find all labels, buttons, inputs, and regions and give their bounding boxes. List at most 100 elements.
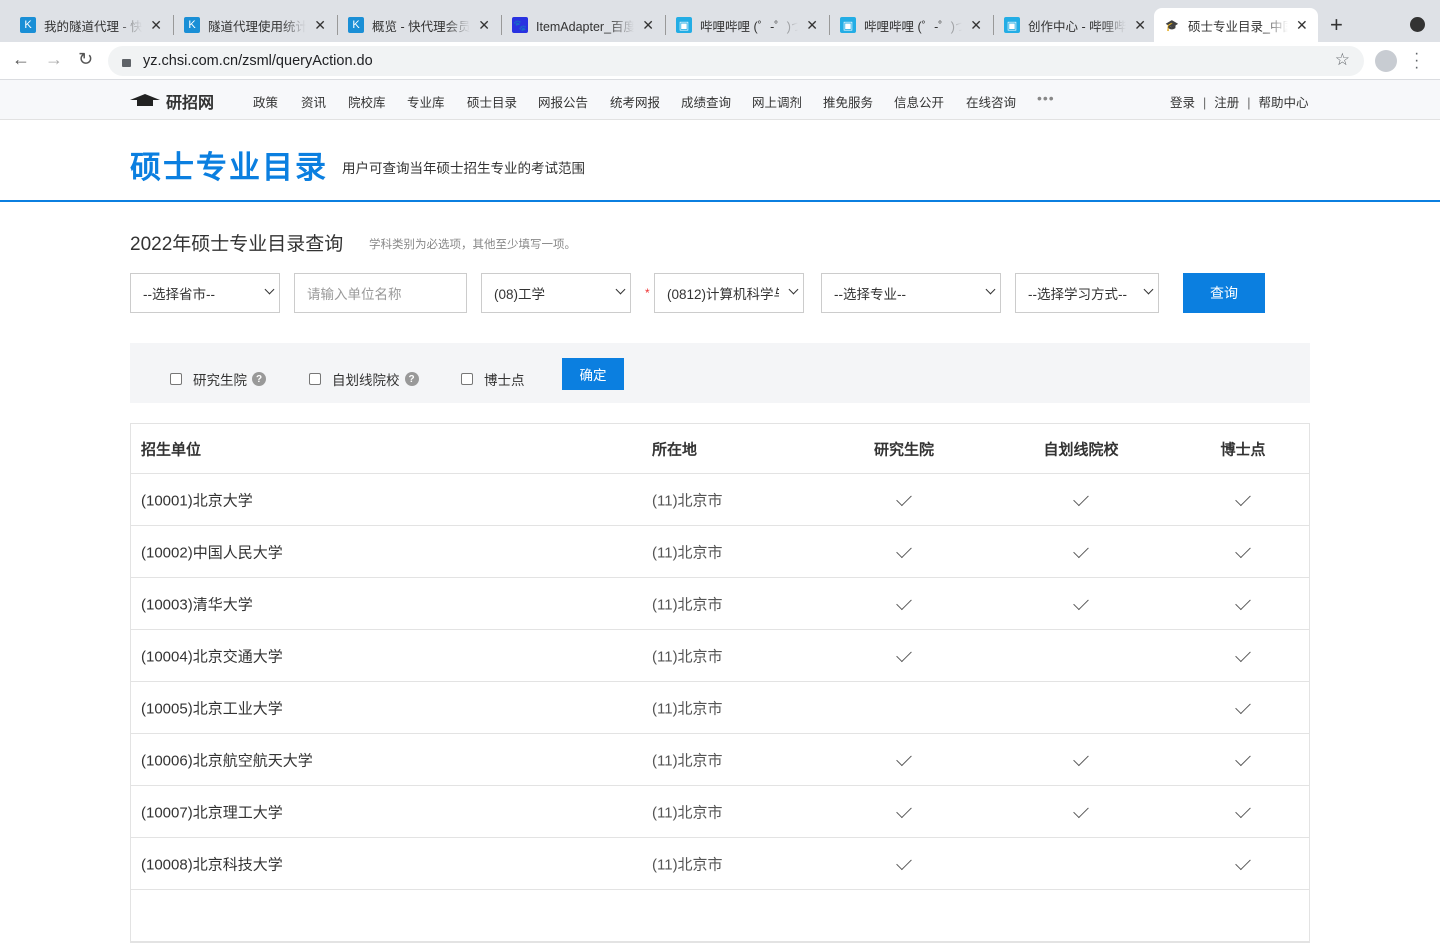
check-icon xyxy=(896,646,912,662)
major-select[interactable]: --选择专业-- xyxy=(821,273,1001,313)
login-link[interactable]: 登录 xyxy=(1170,96,1195,110)
more-nav-button[interactable]: ••• xyxy=(1037,90,1055,106)
tab-title: ItemAdapter_百度搜索 xyxy=(536,19,635,34)
nav-item[interactable]: 成绩查询 xyxy=(681,92,731,111)
header-location: 所在地 xyxy=(652,441,698,458)
browser-menu-icon[interactable]: · · · xyxy=(1414,46,1419,76)
browser-tab[interactable]: ▣ 哔哩哔哩 (゜-゜)つロ ✕ xyxy=(830,8,992,42)
table-row: (10002)中国人民大学 (11)北京市 xyxy=(131,526,1309,578)
unit-name[interactable]: (10005)北京工业大学 xyxy=(141,697,283,718)
reload-icon[interactable]: ↻ xyxy=(78,49,93,70)
forward-icon[interactable]: → xyxy=(45,49,63,70)
check-icon xyxy=(1073,802,1089,818)
nav-item[interactable]: 资讯 xyxy=(301,92,326,111)
query-button[interactable]: 查询 xyxy=(1183,273,1265,313)
browser-tab[interactable]: K 隧道代理使用统计 ✕ xyxy=(174,8,336,42)
unit-name[interactable]: (10007)北京理工大学 xyxy=(141,801,283,822)
location: (11)北京市 xyxy=(652,648,723,665)
category-select[interactable]: (08)工学 xyxy=(481,273,631,313)
nav-item[interactable]: 在线咨询 xyxy=(966,92,1016,111)
close-tab-icon[interactable]: ✕ xyxy=(970,17,982,34)
location: (11)北京市 xyxy=(652,492,723,509)
bilibili-icon: ▣ xyxy=(676,17,692,33)
nav-item[interactable]: 统考网报 xyxy=(610,92,660,111)
browser-tab[interactable]: ▣ 创作中心 - 哔哩哔哩 ✕ xyxy=(994,8,1156,42)
tab-search-icon[interactable] xyxy=(1410,17,1425,32)
check-icon xyxy=(1235,750,1251,766)
nav-item[interactable]: 网报公告 xyxy=(538,92,588,111)
site-logo[interactable]: 研招网 xyxy=(130,89,214,113)
bookmark-star-icon[interactable]: ☆ xyxy=(1335,50,1350,70)
check-icon xyxy=(1235,698,1251,714)
checkbox[interactable] xyxy=(309,373,321,385)
header-unit: 招生单位 xyxy=(141,441,202,458)
chevron-down-icon xyxy=(615,284,626,295)
grad-school-checkbox[interactable]: 研究生院? xyxy=(170,369,266,389)
nav-item[interactable]: 推免服务 xyxy=(823,92,873,111)
help-center-link[interactable]: 帮助中心 xyxy=(1259,96,1309,110)
close-tab-icon[interactable]: ✕ xyxy=(1134,17,1146,34)
discipline-value: (0812)计算机科学与技术 xyxy=(667,287,779,302)
checkbox[interactable] xyxy=(170,373,182,385)
browser-tab[interactable]: 🐾 ItemAdapter_百度搜索 ✕ xyxy=(502,8,664,42)
unit-name[interactable]: (10006)北京航空航天大学 xyxy=(141,749,313,770)
close-tab-icon[interactable]: ✕ xyxy=(642,17,654,34)
check-icon xyxy=(1235,802,1251,818)
url-input[interactable]: yz.chsi.com.cn/zsml/queryAction.do ☆ xyxy=(108,46,1364,76)
browser-tab[interactable]: 🎓 硕士专业目录_中国研究生招生信息网 ✕ xyxy=(1154,8,1318,42)
back-icon[interactable]: ← xyxy=(12,49,30,70)
location: (11)北京市 xyxy=(652,544,723,561)
unit-name-input[interactable]: 请输入单位名称 xyxy=(294,273,467,313)
nav-item[interactable]: 网上调剂 xyxy=(752,92,802,111)
register-link[interactable]: 注册 xyxy=(1214,96,1239,110)
close-tab-icon[interactable]: ✕ xyxy=(478,17,490,34)
checkbox-label: 博士点 xyxy=(484,373,525,388)
study-mode-select[interactable]: --选择学习方式-- xyxy=(1015,273,1159,313)
check-icon xyxy=(1073,490,1089,506)
check-icon xyxy=(1073,594,1089,610)
checkbox-label: 研究生院 xyxy=(193,373,247,388)
help-icon[interactable]: ? xyxy=(252,372,266,386)
close-tab-icon[interactable]: ✕ xyxy=(806,17,818,34)
nav-item[interactable]: 专业库 xyxy=(407,92,445,111)
unit-name[interactable]: (10004)北京交通大学 xyxy=(141,645,283,666)
confirm-button[interactable]: 确定 xyxy=(562,358,624,390)
province-select[interactable]: --选择省市-- xyxy=(130,273,280,313)
unit-name[interactable]: (10002)中国人民大学 xyxy=(141,541,283,562)
browser-tab[interactable]: K 我的隧道代理 - 快代理 ✕ xyxy=(10,8,172,42)
profile-avatar[interactable] xyxy=(1375,50,1397,72)
discipline-select[interactable]: (0812)计算机科学与技术 xyxy=(654,273,804,313)
page-header: 硕士专业目录 用户可查询当年硕士招生专业的考试范围 xyxy=(0,120,1440,202)
study-mode-value: --选择学习方式-- xyxy=(1028,287,1127,302)
nav-item[interactable]: 院校库 xyxy=(348,92,386,111)
tab-title: 创作中心 - 哔哩哔哩 xyxy=(1028,19,1127,34)
browser-tab[interactable]: ▣ 哔哩哔哩 (゜-゜)つロ ✕ xyxy=(666,8,828,42)
table-row: (10006)北京航空航天大学 (11)北京市 xyxy=(131,734,1309,786)
close-tab-icon[interactable]: ✕ xyxy=(150,17,162,34)
self-line-checkbox[interactable]: 自划线院校? xyxy=(309,369,419,389)
new-tab-button[interactable]: + xyxy=(1330,12,1343,38)
lock-icon xyxy=(122,59,131,67)
check-icon xyxy=(1235,646,1251,662)
nav-item[interactable]: 硕士目录 xyxy=(467,92,517,111)
nav-item[interactable]: 政策 xyxy=(253,92,278,111)
nav-item[interactable]: 信息公开 xyxy=(894,92,944,111)
address-bar-row: ← → ↻ yz.chsi.com.cn/zsml/queryAction.do… xyxy=(0,42,1440,80)
check-icon xyxy=(1073,542,1089,558)
page-subtitle: 用户可查询当年硕士招生专业的考试范围 xyxy=(342,161,585,176)
chevron-down-icon xyxy=(1143,284,1154,295)
check-icon xyxy=(1235,854,1251,870)
unit-name[interactable]: (10001)北京大学 xyxy=(141,489,253,510)
check-icon xyxy=(1235,542,1251,558)
close-tab-icon[interactable]: ✕ xyxy=(314,17,326,34)
check-icon xyxy=(896,802,912,818)
browser-tab[interactable]: K 概览 - 快代理会员中心 ✕ xyxy=(338,8,500,42)
close-tab-icon[interactable]: ✕ xyxy=(1296,17,1308,34)
category-value: (08)工学 xyxy=(494,287,546,302)
unit-name[interactable]: (10003)清华大学 xyxy=(141,593,253,614)
tab-title: 隧道代理使用统计 xyxy=(208,19,307,34)
help-icon[interactable]: ? xyxy=(404,372,419,386)
phd-checkbox[interactable]: 博士点 xyxy=(461,369,525,389)
unit-name[interactable]: (10008)北京科技大学 xyxy=(141,853,283,874)
checkbox[interactable] xyxy=(461,373,473,385)
